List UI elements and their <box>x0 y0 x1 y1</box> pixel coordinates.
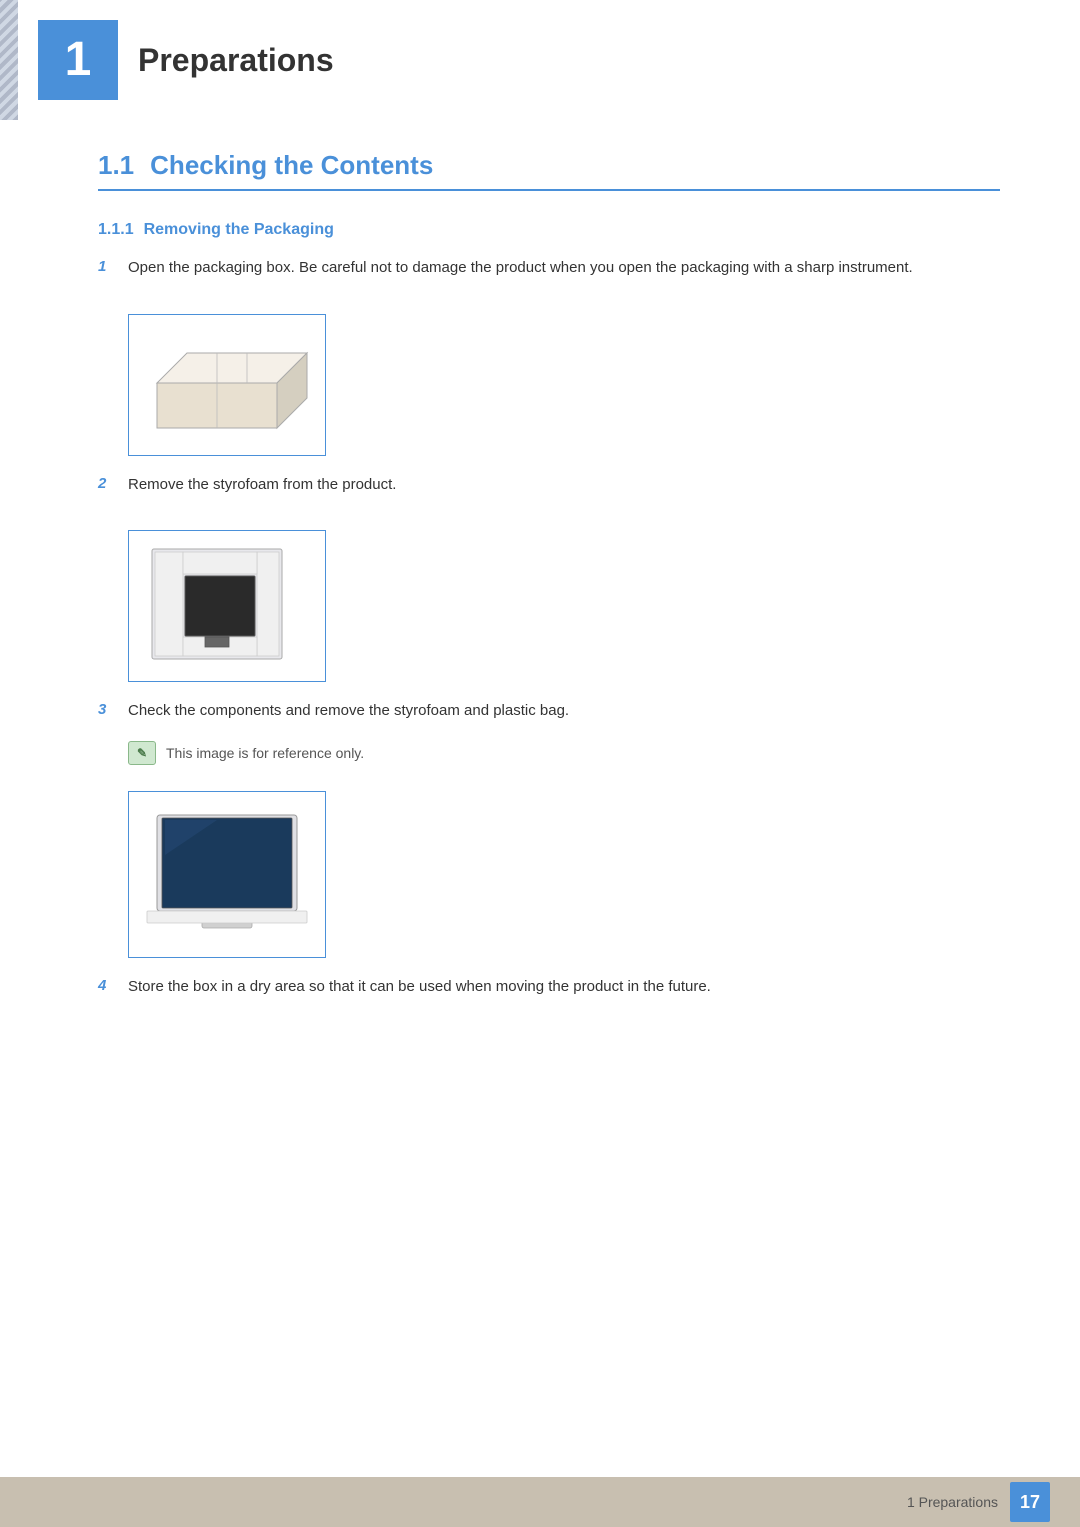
footer: 1 Preparations 17 <box>0 1477 1080 1527</box>
step-2-number: 2 <box>98 475 120 492</box>
note-icon: ✎ <box>128 741 156 765</box>
step-1: 1 Open the packaging box. Be careful not… <box>98 257 1000 280</box>
step-4: 4 Store the box in a dry area so that it… <box>98 976 1000 999</box>
main-content: 1.1 Checking the Contents 1.1.1 Removing… <box>18 130 1080 1467</box>
step-4-text: Store the box in a dry area so that it c… <box>128 976 1000 999</box>
styrofoam-illustration <box>137 539 317 669</box>
step-2: 2 Remove the styrofoam from the product. <box>98 474 1000 497</box>
left-stripe-decoration <box>0 0 18 120</box>
chapter-number: 1 <box>65 36 92 84</box>
chapter-title: Preparations <box>138 42 334 79</box>
note-block: ✎ This image is for reference only. <box>128 741 1000 765</box>
step-3: 3 Check the components and remove the st… <box>98 700 1000 723</box>
note-icon-symbol: ✎ <box>137 746 147 760</box>
step-4-number: 4 <box>98 977 120 994</box>
subsection-title: Removing the Packaging <box>144 221 334 239</box>
chapter-number-block: 1 <box>38 20 118 100</box>
step-3-text: Check the components and remove the styr… <box>128 700 1000 723</box>
step-3-image-container <box>128 791 326 958</box>
monitor-illustration <box>137 800 317 945</box>
step-1-image-container <box>128 314 326 456</box>
step-2-text: Remove the styrofoam from the product. <box>128 474 1000 497</box>
section-title: Checking the Contents <box>150 150 433 181</box>
chapter-header: 1 Preparations <box>18 0 1080 120</box>
subsection-heading: 1.1.1 Removing the Packaging <box>98 221 1000 239</box>
step-1-text: Open the packaging box. Be careful not t… <box>128 257 1000 280</box>
section-number: 1.1 <box>98 150 134 181</box>
step-3-number: 3 <box>98 701 120 718</box>
step-2-image-container <box>128 530 326 682</box>
section-heading: 1.1 Checking the Contents <box>98 150 1000 191</box>
footer-page-number: 17 <box>1010 1482 1050 1522</box>
footer-breadcrumb: 1 Preparations <box>907 1494 998 1510</box>
subsection-number: 1.1.1 <box>98 221 134 239</box>
step-1-number: 1 <box>98 258 120 275</box>
box-illustration <box>137 323 317 443</box>
note-text: This image is for reference only. <box>166 745 364 761</box>
